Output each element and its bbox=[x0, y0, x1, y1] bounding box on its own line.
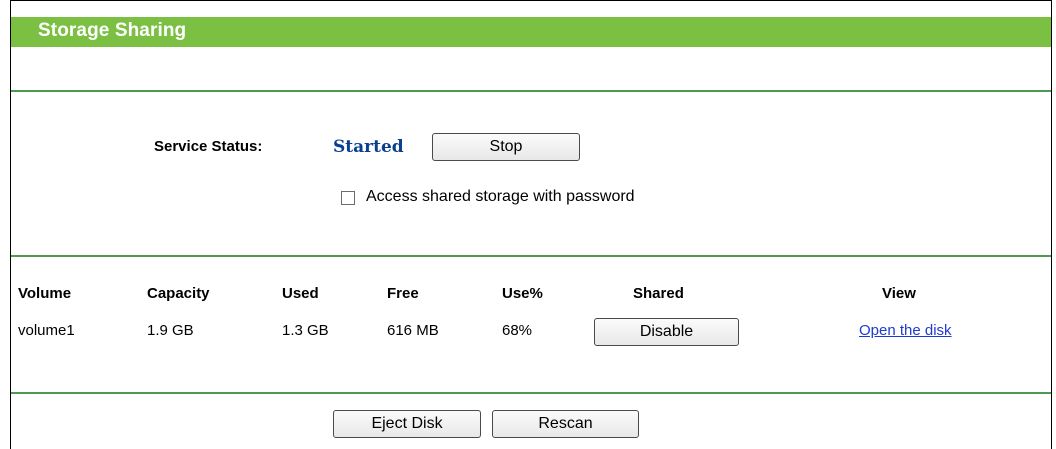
column-header-use-percent: Use% bbox=[502, 285, 543, 302]
divider-middle bbox=[11, 255, 1051, 257]
access-password-checkbox[interactable] bbox=[341, 191, 355, 205]
divider-bottom bbox=[11, 392, 1051, 394]
column-header-free: Free bbox=[387, 285, 419, 302]
cell-volume: volume1 bbox=[18, 322, 75, 339]
frame-left-border bbox=[10, 0, 11, 449]
column-header-capacity: Capacity bbox=[147, 285, 210, 302]
cell-use-percent: 68% bbox=[502, 322, 533, 339]
cell-free: 616 MB bbox=[387, 322, 439, 339]
open-disk-link[interactable]: Open the disk bbox=[859, 322, 952, 339]
title-bar: Storage Sharing bbox=[11, 17, 1051, 47]
cell-used: 1.3 GB bbox=[282, 322, 329, 339]
disable-sharing-button[interactable]: Disable bbox=[594, 318, 739, 346]
frame-top-border bbox=[10, 0, 1052, 1]
column-header-shared: Shared bbox=[633, 285, 684, 302]
service-status-label: Service Status: bbox=[154, 138, 263, 155]
cell-capacity: 1.9 GB bbox=[147, 322, 194, 339]
divider-top bbox=[11, 90, 1051, 92]
column-header-view: View bbox=[882, 285, 916, 302]
eject-disk-button[interactable]: Eject Disk bbox=[333, 410, 481, 438]
service-status-value: Started bbox=[333, 137, 404, 157]
column-header-volume: Volume bbox=[18, 285, 72, 302]
stop-button[interactable]: Stop bbox=[432, 133, 580, 161]
page-title: Storage Sharing bbox=[38, 20, 187, 41]
rescan-button[interactable]: Rescan bbox=[492, 410, 639, 438]
frame-right-border bbox=[1051, 0, 1052, 449]
access-password-label: Access shared storage with password bbox=[366, 188, 635, 205]
column-header-used: Used bbox=[282, 285, 319, 302]
